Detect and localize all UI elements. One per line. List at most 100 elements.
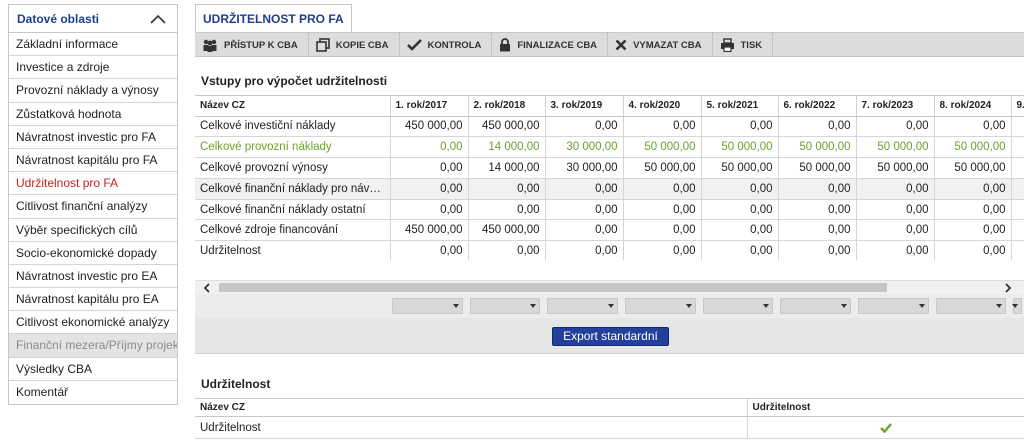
value-cell: 0,00	[934, 178, 1012, 200]
sustainability-section-title: Udržitelnost	[201, 377, 271, 391]
sidebar-item[interactable]: Socio-ekonomické dopady	[9, 242, 177, 265]
column-header-year[interactable]: 5. rok/2021	[701, 96, 779, 117]
sidebar-item[interactable]: Udržitelnost pro FA	[9, 172, 177, 196]
column-filter-dropdown[interactable]	[936, 298, 1006, 314]
value-cell	[1011, 219, 1024, 242]
row-name-cell: Udržitelnost	[195, 240, 391, 260]
table-row[interactable]: Celkové zdroje financování 450 000,00 450 …	[195, 219, 1024, 242]
column-filter-dropdown[interactable]	[1012, 298, 1022, 314]
dropdown-arrow-icon	[996, 304, 1002, 308]
scrollbar-thumb[interactable]	[219, 283, 887, 292]
value-cell: 50 000,00	[856, 136, 935, 159]
value-cell: 0,00	[934, 199, 1012, 221]
value-cell: 0,00	[856, 178, 935, 200]
grid-header-row: Název CZ 1. rok/2017 2. rok/2018 3. rok/201…	[195, 96, 1024, 117]
value-cell: 0,00	[778, 240, 857, 260]
table-row[interactable]: Udržitelnost	[195, 416, 1024, 439]
table-row[interactable]: Celkové finanční náklady pro návratnost …	[195, 178, 1024, 200]
horizontal-scrollbar[interactable]	[195, 280, 1024, 294]
sidebar-item[interactable]: Výběr specifických cílů	[9, 219, 177, 242]
copy-cba-button[interactable]: KOPIE CBA	[309, 33, 400, 57]
chevron-up-icon[interactable]	[147, 11, 169, 27]
finalize-cba-label: FINALIZACE CBA	[517, 39, 598, 51]
column-header-year[interactable]: 3. rok/2019	[545, 96, 624, 117]
value-cell: 0,00	[623, 178, 702, 200]
column-filter-dropdown[interactable]	[858, 298, 929, 314]
value-cell: 0,00	[856, 240, 935, 260]
column-header-year[interactable]: 1. rok/2017	[390, 96, 469, 117]
value-cell: 0,00	[701, 219, 779, 242]
column-filter-dropdown[interactable]	[703, 298, 773, 314]
sidebar-item[interactable]: Komentář	[9, 381, 177, 404]
column-header-year[interactable]: 4. rok/2020	[623, 96, 702, 117]
sidebar-item[interactable]: Návratnost investic pro EA	[9, 265, 177, 289]
column-header-year[interactable]: 6. rok/2022	[778, 96, 857, 117]
sidebar-item[interactable]: Citlivost ekonomické analýzy	[9, 311, 177, 335]
sidebar-item[interactable]: Návratnost kapitálu pro EA	[9, 288, 177, 312]
column-header-year[interactable]: 2. rok/2018	[468, 96, 546, 117]
scroll-left-icon[interactable]	[199, 281, 215, 295]
value-cell: 0,00	[701, 116, 779, 138]
toolbar: PŘÍSTUP K CBA KOPIE CBA KONTROLA FINALIZ…	[195, 33, 1024, 57]
scroll-right-icon[interactable]	[1000, 281, 1016, 295]
value-cell: 0,00	[778, 199, 857, 221]
sidebar-item[interactable]: Citlivost finanční analýzy	[9, 195, 177, 219]
column-filter-dropdown[interactable]	[547, 298, 618, 314]
row-name-cell: Celkové provozní výnosy	[195, 157, 391, 179]
value-cell: 0,00	[390, 178, 469, 200]
value-cell: 0,00	[934, 219, 1012, 242]
value-cell: 0,00	[545, 116, 624, 138]
access-cba-button[interactable]: PŘÍSTUP K CBA	[195, 33, 309, 57]
table-row[interactable]: Celkové provozní náklady 0,00 14 000,00 30 …	[195, 136, 1024, 159]
column-header-sustainability[interactable]: Udržitelnost	[747, 398, 1024, 417]
column-filter-dropdown[interactable]	[780, 298, 851, 314]
value-cell: 0,00	[545, 178, 624, 200]
finalize-cba-button[interactable]: FINALIZACE CBA	[492, 33, 609, 57]
value-cell: 0,00	[934, 116, 1012, 138]
sidebar-item[interactable]: Investice a zdroje	[9, 56, 177, 80]
main-panel: UDRŽITELNOST PRO FA PŘÍSTUP K CBA KOPIE …	[195, 0, 1024, 446]
sidebar-item[interactable]: Návratnost investic pro FA	[9, 126, 177, 149]
table-row[interactable]: Celkové provozní výnosy 0,00 14 000,00 30 0…	[195, 157, 1024, 179]
close-icon	[615, 39, 627, 51]
sidebar-item[interactable]: Výsledky CBA	[9, 358, 177, 381]
column-header-year[interactable]: 7. rok/2023	[856, 96, 935, 117]
row-name-cell: Celkové provozní náklady	[195, 136, 391, 159]
value-cell: 0,00	[545, 240, 624, 260]
inputs-grid: Název CZ 1. rok/2017 2. rok/2018 3. rok/201…	[195, 95, 1024, 260]
dropdown-arrow-icon	[453, 304, 459, 308]
sidebar-item[interactable]: Provozní náklady a výnosy	[9, 79, 177, 103]
sidebar-item[interactable]: Návratnost kapitálu pro FA	[9, 149, 177, 173]
value-cell: 30 000,00	[545, 136, 624, 159]
copy-icon	[315, 38, 330, 52]
value-cell: 0,00	[856, 219, 935, 242]
value-cell: 0,00	[701, 199, 779, 221]
value-cell: 0,00	[623, 219, 702, 242]
column-filter-dropdown[interactable]	[392, 298, 463, 314]
column-header-year[interactable]: 8. rok/2024	[934, 96, 1012, 117]
sustainability-header-row: Název CZ Udržitelnost	[195, 398, 1024, 417]
value-cell: 450 000,00	[468, 219, 546, 242]
sidebar-item[interactable]: Základní informace	[9, 33, 177, 57]
table-row[interactable]: Celkové investiční náklady 450 000,00 450 …	[195, 116, 1024, 138]
value-cell: 50 000,00	[778, 157, 857, 179]
copy-cba-label: KOPIE CBA	[335, 39, 389, 51]
print-button[interactable]: TISK	[713, 33, 774, 57]
column-filter-dropdown[interactable]	[625, 298, 696, 314]
column-filter-dropdown[interactable]	[470, 298, 540, 314]
value-cell: 50 000,00	[934, 157, 1012, 179]
check-label: KONTROLA	[427, 39, 482, 51]
sidebar-header[interactable]: Datové oblasti	[9, 5, 177, 33]
export-standard-button[interactable]: Export standardní	[552, 327, 669, 346]
check-button[interactable]: KONTROLA	[400, 33, 493, 57]
sidebar-item[interactable]: Zůstatková hodnota	[9, 103, 177, 126]
value-cell: 0,00	[856, 116, 935, 138]
table-row[interactable]: Celkové finanční náklady ostatní 0,00 0,00…	[195, 199, 1024, 221]
tab-udrzitelnost[interactable]: UDRŽITELNOST PRO FA	[195, 4, 352, 33]
column-header-name[interactable]: Název CZ	[195, 96, 391, 117]
table-row[interactable]: Udržitelnost 0,00 0,00 0,00 0,00 0,00 0,00 0,00…	[195, 240, 1024, 260]
column-header-name[interactable]: Název CZ	[195, 398, 748, 417]
delete-cba-button[interactable]: VYMAZAT CBA	[608, 33, 713, 57]
value-cell	[1011, 240, 1024, 260]
column-header-year[interactable]: 9.	[1011, 96, 1024, 117]
